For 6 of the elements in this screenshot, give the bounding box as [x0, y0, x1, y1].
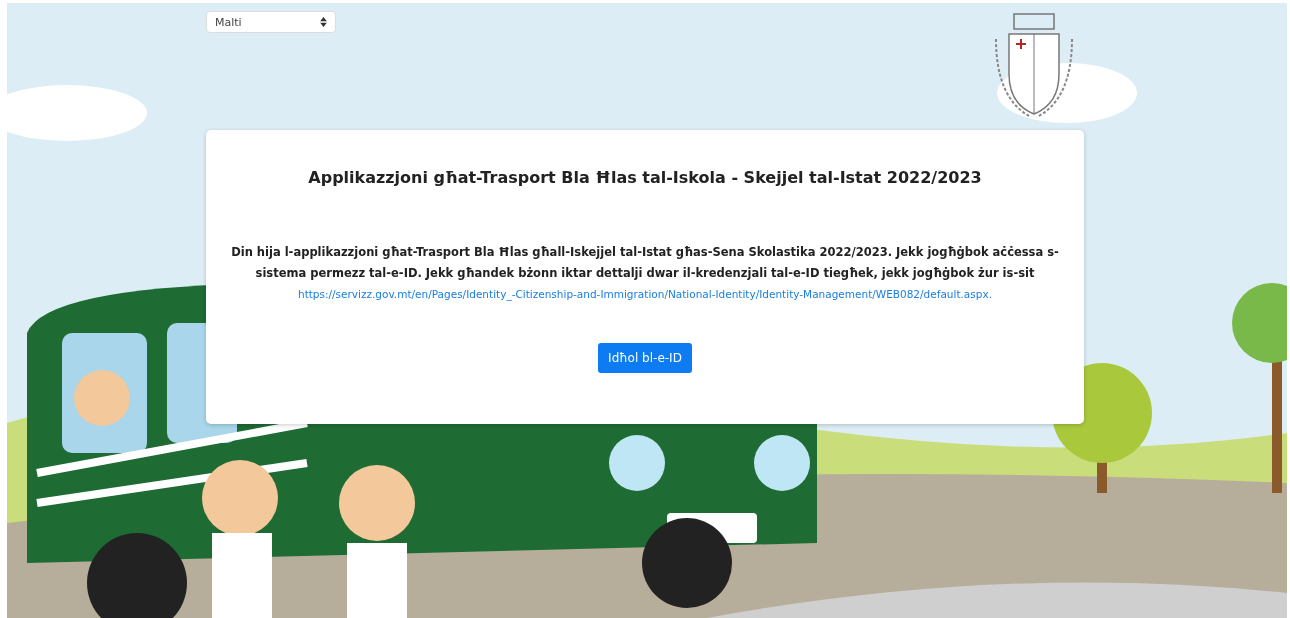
identity-management-link[interactable]: https://servizz.gov.mt/en/Pages/Identity_-Citizenship-and-Immigration/National-Identity/Identity-Management/WEB082/default.aspx.: [298, 288, 992, 300]
sort-arrows-icon: [320, 17, 327, 27]
language-select[interactable]: Malti: [206, 11, 336, 33]
description-text: Din hija l-applikazzjoni għat-Trasport Bla Ħlas għall-Iskejjel tal-Istat għas-Sena Skolastika 2022/2023. Jekk jogħġbok aċċessa s-sistema permezz tal-e-ID. Jekk għandek bżonn iktar dettalji dwar il-kredenzjali tal-e-ID tiegħek, jekk jogħġbok żur is-sit https://servizz.gov.mt/en/Pages/Identity_-Citizenship-and-Immigration/National-Identity/Identity-Management/WEB082/default.aspx.: [230, 244, 1060, 303]
application-title: Applikazzjoni għat-Trasport Bla Ħlas tal-Iskola - Skejjel tal-Istat 2022/2023: [308, 168, 982, 187]
eid-login-button[interactable]: Idħol bl-e-ID: [598, 343, 692, 373]
